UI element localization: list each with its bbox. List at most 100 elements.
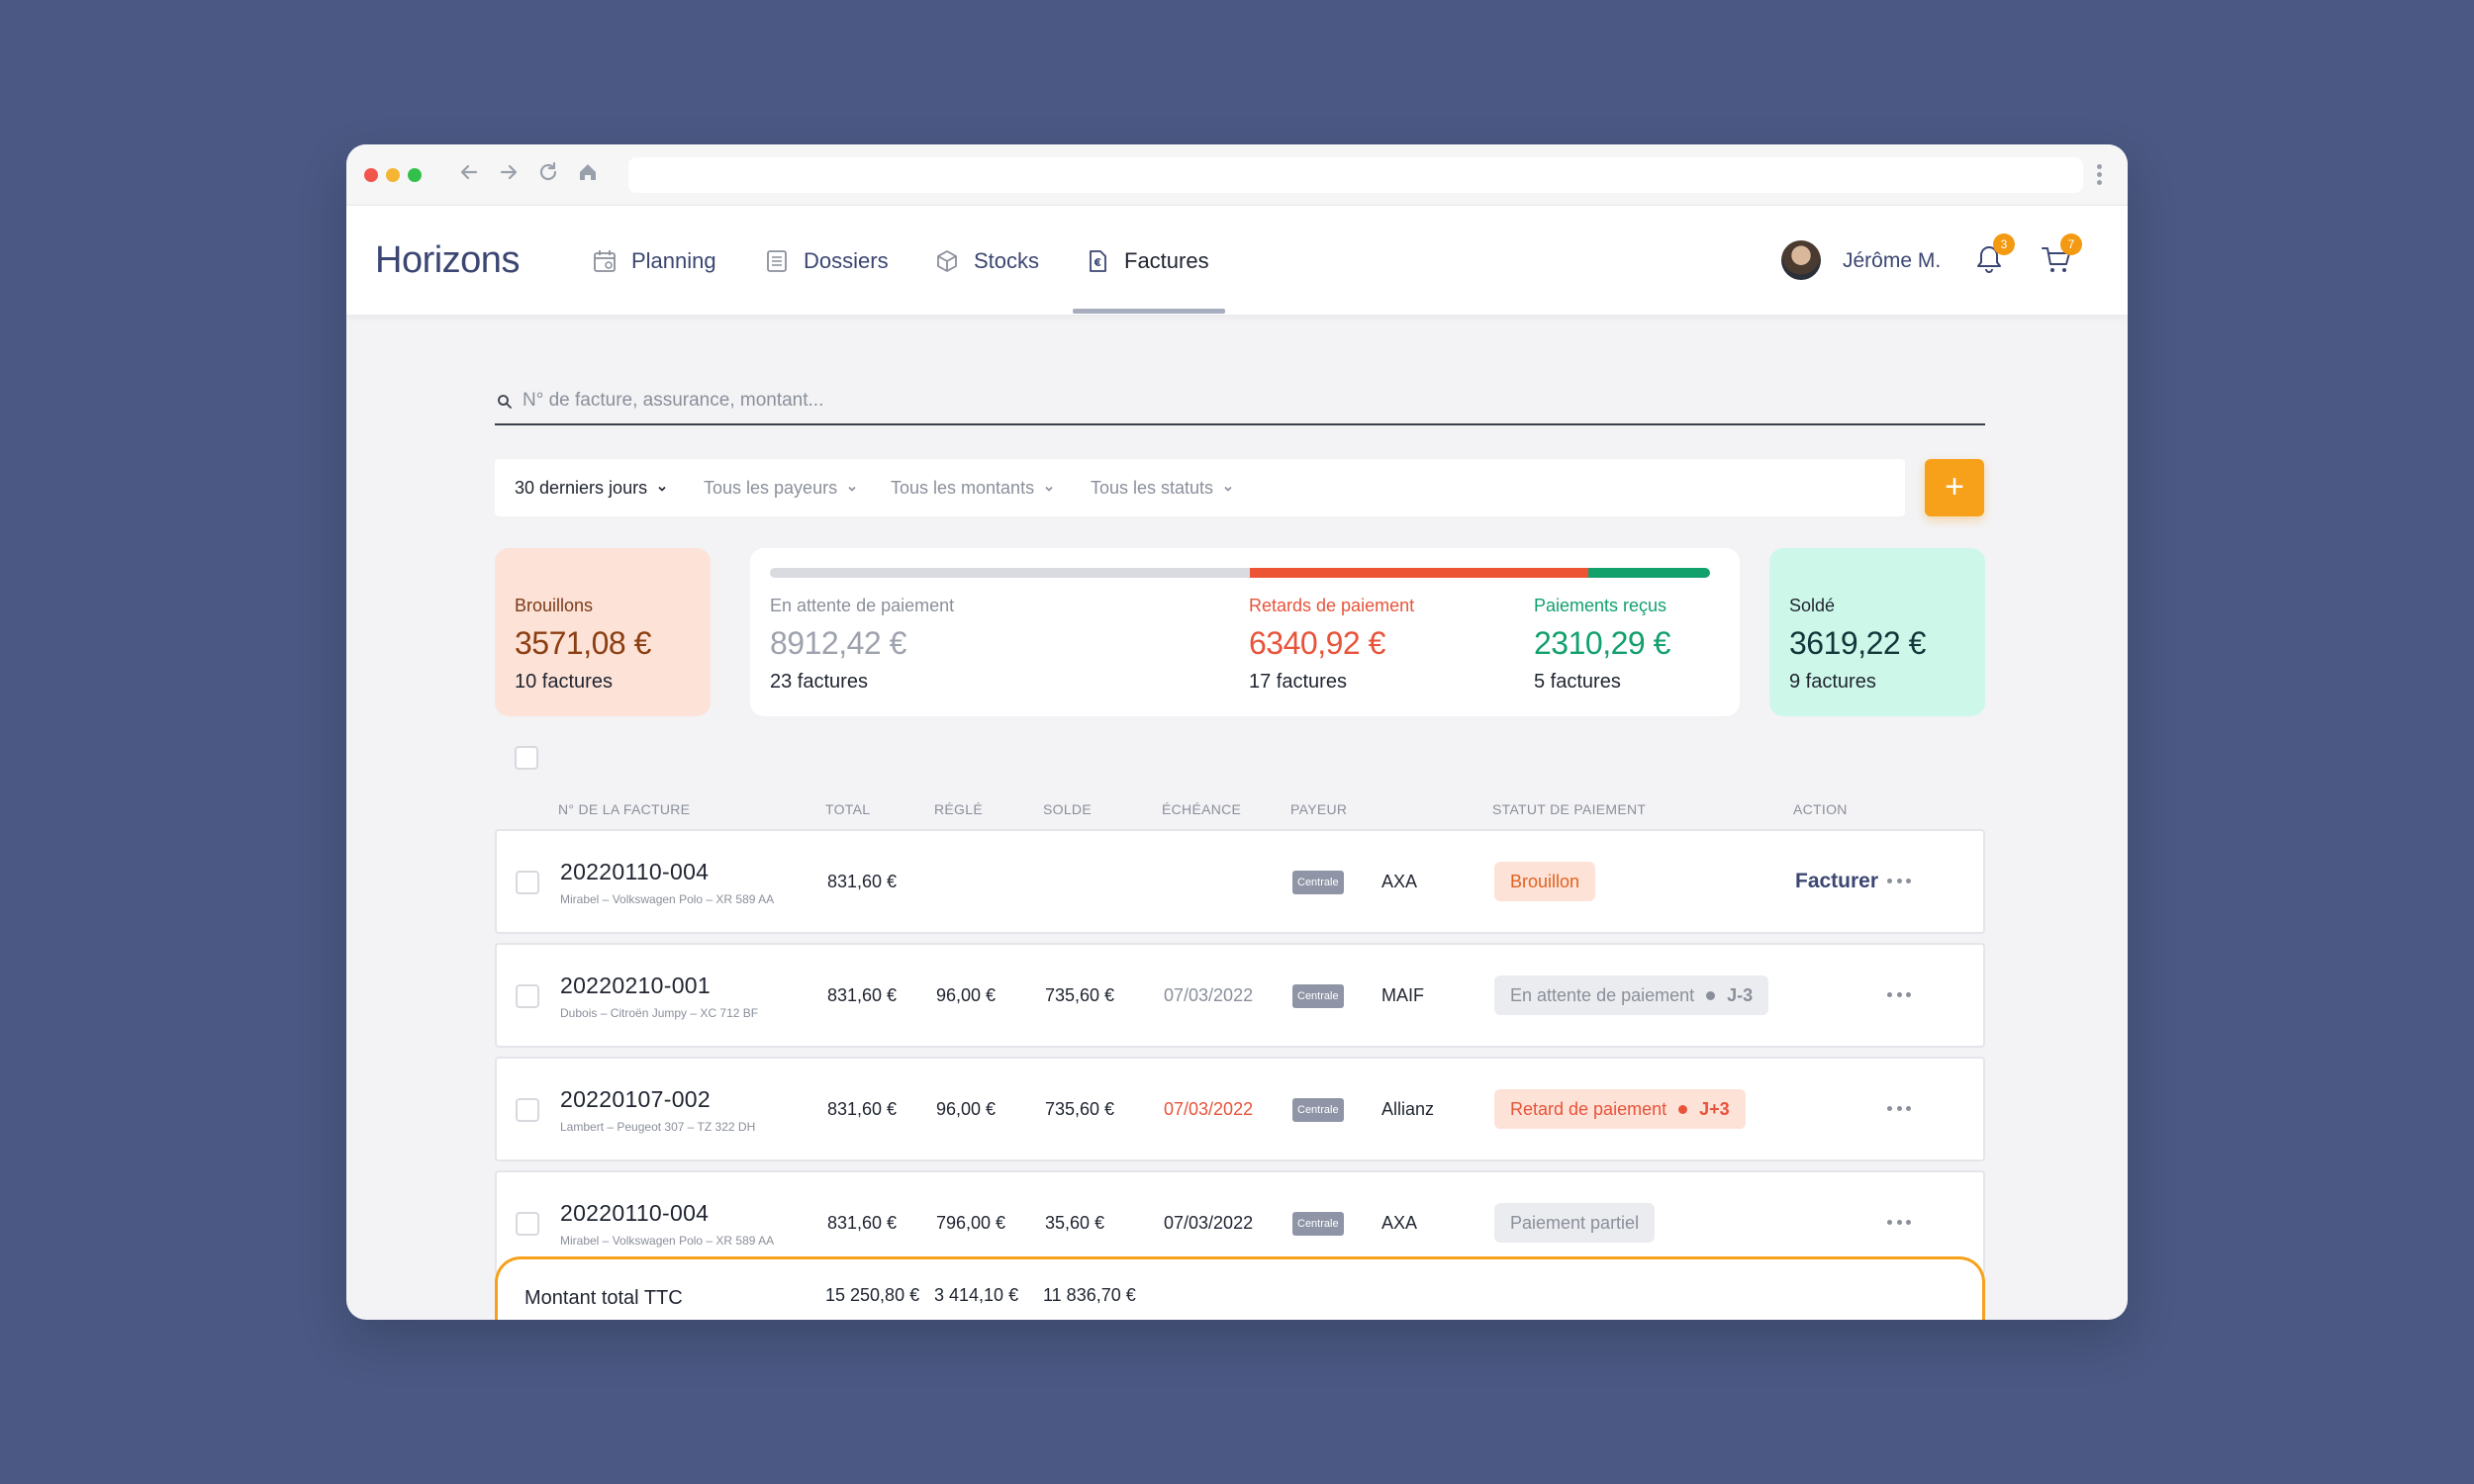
select-all-checkbox[interactable] [515, 746, 538, 770]
invoice-description: Mirabel – Volkswagen Polo – XR 589 AA [560, 892, 775, 906]
more-options-icon[interactable] [1887, 992, 1911, 998]
status-dot [1678, 1104, 1688, 1114]
summary-card-paid[interactable]: Soldé 3619,22 € 9 factures [1769, 548, 1985, 716]
card-amount: 8912,42 € [770, 625, 906, 661]
status-badge: Retard de paiement J+3 [1494, 1089, 1746, 1129]
cart-count-badge: 7 [2060, 233, 2082, 255]
card-amount: 3571,08 € [515, 625, 651, 661]
cell-due-date: 07/03/2022 [1164, 985, 1254, 1005]
column-header-total[interactable]: TOTAL [825, 801, 870, 817]
nav-label: Stocks [974, 248, 1040, 273]
app-header: Horizons Planning Dossiers Stocks Factur… [346, 206, 2128, 315]
chevron-down-icon [1224, 486, 1232, 492]
column-header-due[interactable]: ÉCHÉANCE [1162, 801, 1241, 817]
column-header-number[interactable]: N° DE LA FACTURE [558, 801, 690, 817]
column-header-status[interactable]: STATUT DE PAIEMENT [1492, 801, 1646, 817]
invoice-euro-icon [1090, 250, 1106, 272]
box-icon [937, 250, 957, 272]
card-label: Soldé [1789, 596, 1836, 615]
card-label: Retards de paiement [1249, 596, 1415, 615]
payer-type-tag: Centrale [1292, 1098, 1344, 1122]
forward-arrow-icon[interactable] [495, 161, 523, 189]
card-count: 10 factures [515, 671, 613, 693]
row-checkbox[interactable] [516, 871, 539, 894]
row-checkbox[interactable] [516, 1212, 539, 1236]
nav-item-planning[interactable]: Planning [592, 241, 716, 281]
reload-icon[interactable] [534, 161, 562, 189]
row-checkbox[interactable] [516, 1098, 539, 1122]
user-name[interactable]: Jérôme M. [1843, 249, 1941, 273]
filter-statuses[interactable]: Tous les statuts [1091, 478, 1233, 499]
payer-name: AXA [1381, 872, 1418, 891]
cell-due-date: 07/03/2022 [1164, 1213, 1254, 1233]
nav-item-factures[interactable]: Factures [1085, 241, 1209, 281]
add-invoice-button[interactable]: + [1925, 459, 1984, 516]
filter-payers[interactable]: Tous les payeurs [704, 478, 857, 499]
filter-label: Tous les statuts [1091, 478, 1214, 498]
status-label: Paiement partiel [1510, 1213, 1640, 1233]
summary-card-drafts[interactable]: Brouillons 3571,08 € 10 factures [495, 548, 711, 716]
cart-button[interactable]: 7 [2039, 233, 2082, 277]
invoice-action-button[interactable]: Facturer [1795, 870, 1878, 893]
table-row[interactable]: 20220210-001 Dubois – Citroën Jumpy – XC… [495, 943, 1985, 1048]
notifications-button[interactable]: 3 [1971, 233, 2015, 277]
status-badge: En attente de paiement J-3 [1494, 975, 1769, 1015]
invoice-description: Lambert – Peugeot 307 – TZ 322 DH [560, 1120, 756, 1134]
totals-settled: 3 414,10 € [934, 1285, 1019, 1305]
column-header-settled[interactable]: RÉGLÉ [934, 801, 983, 817]
minimize-window-button[interactable] [386, 168, 400, 182]
maximize-window-button[interactable] [408, 168, 422, 182]
summary-card-payments: En attente de paiement 8912,42 € 23 fact… [750, 548, 1740, 716]
chevron-down-icon [658, 486, 666, 492]
filter-period[interactable]: 30 derniers jours [515, 478, 667, 499]
payer-name: AXA [1381, 1213, 1418, 1233]
more-options-icon[interactable] [1887, 1220, 1911, 1226]
status-badge: Paiement partiel [1494, 1203, 1656, 1243]
card-label: Paiements reçus [1534, 596, 1667, 615]
summary-pending[interactable]: En attente de paiement 8912,42 € 23 fact… [770, 548, 1166, 716]
more-options-icon[interactable] [1887, 879, 1911, 884]
cell-total: 831,60 € [827, 1213, 898, 1233]
table-row[interactable]: 20220110-004 Mirabel – Volkswagen Polo –… [495, 829, 1985, 934]
active-tab-indicator [1073, 309, 1225, 314]
card-label: Brouillons [515, 596, 594, 615]
card-count: 17 factures [1249, 671, 1347, 693]
nav-item-dossiers[interactable]: Dossiers [764, 241, 889, 281]
cell-settled: 96,00 € [936, 985, 997, 1005]
browser-menu-icon[interactable] [2094, 162, 2104, 188]
status-label: Brouillon [1510, 872, 1580, 891]
invoice-number: 20220210-001 [560, 973, 711, 998]
invoice-number: 20220110-004 [560, 859, 710, 884]
search-input[interactable] [523, 386, 1908, 416]
card-amount: 3619,22 € [1789, 625, 1926, 661]
status-label: Retard de paiement [1510, 1099, 1667, 1119]
payer-type-tag: Centrale [1292, 871, 1344, 894]
column-header-balance[interactable]: SOLDE [1043, 801, 1092, 817]
app-logo[interactable]: Horizons [375, 239, 520, 282]
summary-late[interactable]: Retards de paiement 6340,92 € 17 facture… [1249, 548, 1506, 716]
card-amount: 2310,29 € [1534, 625, 1670, 661]
payer-name: MAIF [1381, 985, 1424, 1005]
column-header-payer[interactable]: PAYEUR [1290, 801, 1347, 817]
close-window-button[interactable] [364, 168, 378, 182]
address-bar[interactable] [628, 157, 2083, 193]
home-icon[interactable] [574, 161, 602, 189]
row-checkbox[interactable] [516, 984, 539, 1008]
summary-received[interactable]: Paiements reçus 2310,29 € 5 factures [1534, 548, 1732, 716]
avatar[interactable] [1781, 240, 1821, 280]
more-options-icon[interactable] [1887, 1106, 1911, 1112]
back-arrow-icon[interactable] [455, 161, 483, 189]
invoice-number: 20220110-004 [560, 1200, 710, 1226]
totals-balance: 11 836,70 € [1043, 1285, 1136, 1305]
nav-item-stocks[interactable]: Stocks [934, 241, 1039, 281]
totals-bar: Montant total TTC 15 250,80 € 3 414,10 €… [495, 1256, 1985, 1320]
filter-amounts[interactable]: Tous les montants [891, 478, 1054, 499]
invoice-number: 20220107-002 [560, 1086, 711, 1112]
cell-total: 831,60 € [827, 872, 898, 891]
table-row[interactable]: 20220107-002 Lambert – Peugeot 307 – TZ … [495, 1057, 1985, 1161]
cell-balance: 735,60 € [1045, 985, 1115, 1005]
status-delay: J+3 [1699, 1099, 1730, 1119]
filter-label: 30 derniers jours [515, 478, 648, 498]
list-document-icon [767, 250, 787, 272]
chevron-down-icon [848, 486, 856, 492]
